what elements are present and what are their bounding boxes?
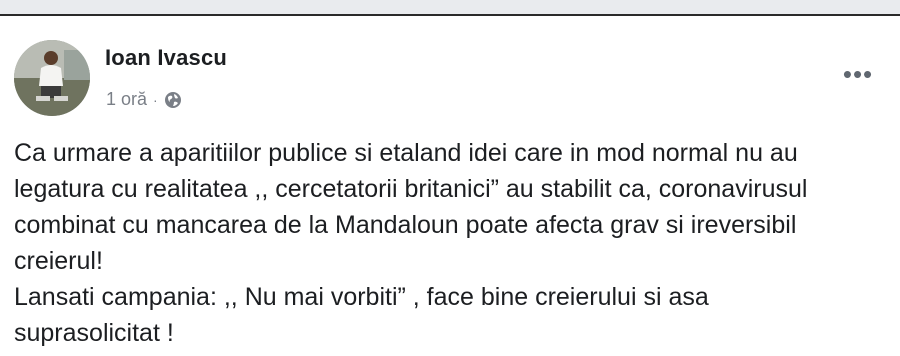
author-name[interactable]: Ioan Ivascu (105, 45, 227, 71)
more-options-button[interactable]: ••• (836, 59, 880, 89)
post-meta: 1 oră · (106, 89, 182, 110)
post-text-line: Lansati campania: ,, Nu mai vorbiti” , f… (14, 283, 709, 311)
post-text-line: creierul! (14, 247, 103, 275)
globe-icon[interactable] (164, 91, 182, 109)
facebook-post: Ioan Ivascu 1 oră · ••• Ca urmare a apar… (0, 18, 900, 356)
post-text-line: combinat cu mancarea de la Mandaloun poa… (14, 211, 797, 239)
more-horizontal-icon: ••• (842, 59, 874, 89)
timestamp[interactable]: 1 oră (106, 89, 147, 110)
post-text-line: suprasolicitat ! (14, 319, 174, 347)
avatar[interactable] (14, 40, 90, 116)
meta-separator: · (153, 91, 158, 108)
post-text-line: Ca urmare a aparitiilor publice si etala… (14, 139, 798, 167)
post-text: Ca urmare a aparitiilor publice si etala… (14, 135, 890, 351)
top-bar (0, 0, 900, 16)
post-text-line: legatura cu realitatea ,, cercetatorii b… (14, 175, 808, 203)
